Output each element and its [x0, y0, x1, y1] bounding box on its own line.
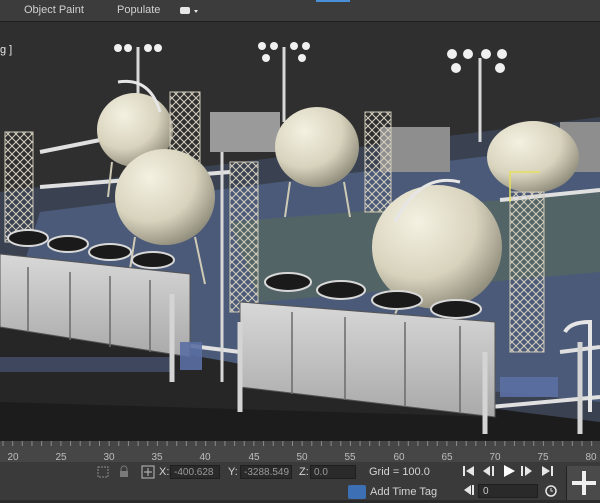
x-coord-field[interactable]: -400.628 — [170, 465, 220, 479]
play-icon[interactable] — [502, 464, 516, 481]
time-configuration-icon[interactable] — [544, 484, 558, 501]
z-coord-field[interactable]: 0.0 — [310, 465, 356, 479]
previous-frame-icon[interactable] — [482, 465, 496, 480]
go-to-end-icon[interactable] — [541, 465, 555, 480]
grid-size-label: Grid = 100.0 — [369, 466, 430, 478]
perspective-viewport[interactable]: g ] — [0, 22, 600, 440]
key-mode-icon[interactable] — [462, 484, 476, 499]
ribbon-bar: Object Paint Populate — [0, 0, 600, 22]
y-coord-field[interactable]: -3288.549 — [240, 465, 292, 479]
tab-object-paint[interactable]: Object Paint — [24, 4, 84, 16]
teapot-icon — [180, 7, 198, 14]
next-frame-icon[interactable] — [520, 465, 534, 480]
x-coord-label: X: — [159, 466, 170, 478]
y-coord-label: Y: — [228, 466, 238, 478]
lock-icon[interactable] — [118, 465, 130, 482]
add-time-tag-button[interactable]: Add Time Tag — [370, 486, 437, 498]
plus-icon — [572, 471, 596, 495]
teapot-dropdown[interactable] — [178, 4, 200, 17]
viewport-label[interactable]: g ] — [0, 44, 12, 56]
viewport-navigation-button[interactable] — [566, 466, 600, 500]
tab-populate[interactable]: Populate — [117, 4, 160, 16]
timeline-ruler[interactable]: 20 25 30 35 40 45 50 55 60 65 70 75 80 — [0, 440, 600, 463]
go-to-start-icon[interactable] — [462, 465, 476, 480]
absolute-mode-icon[interactable] — [141, 465, 155, 482]
scene-render — [0, 22, 600, 440]
time-tag-icon[interactable] — [348, 485, 366, 499]
current-frame-spinner[interactable]: 0 — [478, 484, 538, 498]
ribbon-active-indicator — [316, 0, 350, 2]
selection-lock-icon[interactable] — [96, 465, 110, 482]
z-coord-label: Z: — [299, 466, 309, 478]
